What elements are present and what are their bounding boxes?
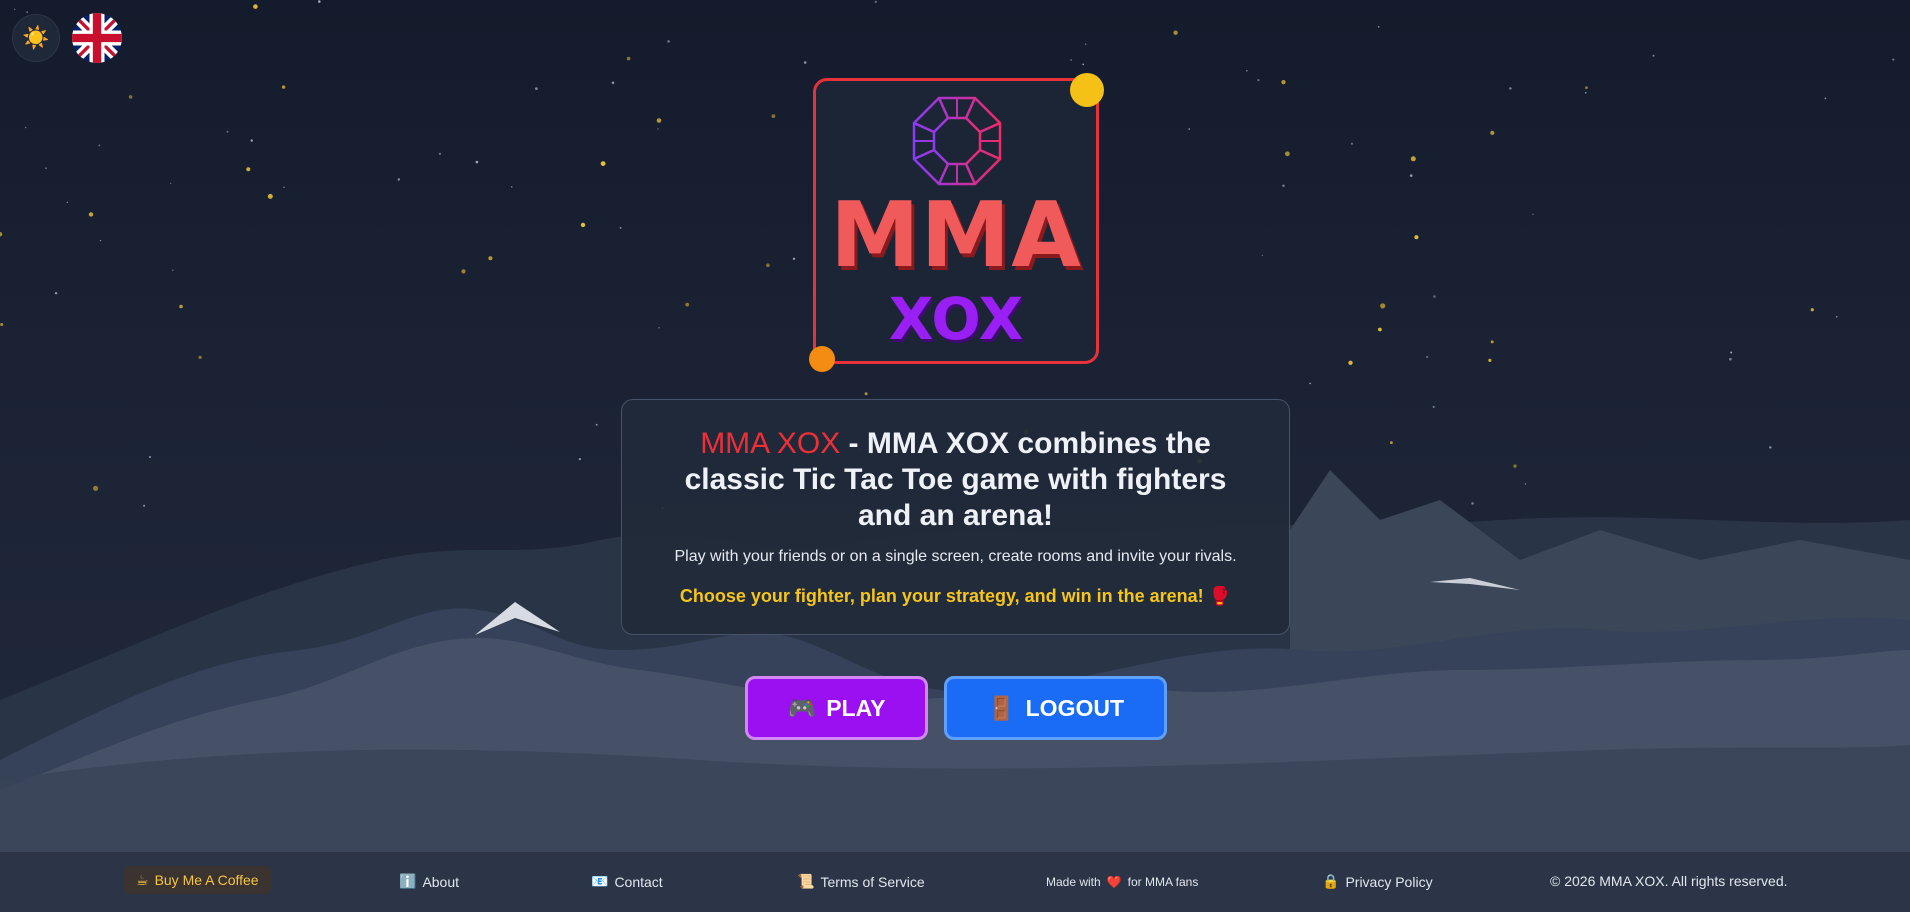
buy-me-a-coffee-link[interactable]: ☕ Buy Me A Coffee (124, 866, 271, 894)
footer: ☕ Buy Me A Coffee ℹ️ About 📧 Contact 📜 T… (0, 852, 1910, 912)
terms-of-service-link[interactable]: 📜 Terms of Service (797, 873, 925, 890)
info-icon: ℹ️ (399, 873, 417, 889)
logo-subtitle: XOX (888, 285, 1024, 353)
about-link[interactable]: ℹ️ About (399, 873, 459, 890)
info-brand: MMA XOX (700, 427, 841, 460)
door-icon: 🚪 (986, 694, 1016, 721)
play-button[interactable]: 🎮 PLAY (745, 676, 928, 740)
terms-label: Terms of Service (820, 873, 925, 890)
logout-button[interactable]: 🚪 LOGOUT (944, 676, 1167, 740)
top-controls: ☀️ (12, 13, 122, 63)
made-with-love-text: Made with ❤️ for MMA fans (1046, 875, 1198, 889)
info-description: Play with your friends or on a single sc… (674, 548, 1237, 565)
copyright-text: © 2026 MMA XOX. All rights reserved. (1550, 873, 1788, 889)
sun-icon: ☀️ (22, 25, 50, 50)
privacy-policy-link[interactable]: 🔒 Privacy Policy (1322, 873, 1433, 890)
envelope-icon: 📧 (591, 873, 609, 889)
logo-accent-dot-yellow (1070, 73, 1104, 107)
about-label: About (422, 873, 460, 890)
info-call-to-action: Choose your fighter, plan your strategy,… (679, 586, 1232, 606)
info-title: MMA XOX - MMA XOX combines the classic T… (656, 426, 1255, 534)
logout-button-label: LOGOUT (1025, 694, 1125, 721)
privacy-label: Privacy Policy (1345, 873, 1433, 890)
lock-icon: 🔒 (1322, 873, 1340, 889)
heart-icon: ❤️ (1106, 875, 1122, 889)
language-flag-uk-icon[interactable] (72, 13, 122, 63)
made-prefix: Made with (1046, 875, 1101, 889)
logo-title: MMA (830, 183, 1082, 288)
made-suffix: for MMA fans (1127, 875, 1199, 889)
scroll-icon: 📜 (797, 873, 815, 889)
info-card: MMA XOX - MMA XOX combines the classic T… (621, 399, 1290, 635)
contact-label: Contact (614, 873, 663, 890)
coffee-label: Buy Me A Coffee (154, 872, 259, 888)
coffee-icon: ☕ (136, 871, 149, 888)
gamepad-icon: 🎮 (787, 694, 817, 721)
theme-toggle-button[interactable]: ☀️ (12, 14, 60, 62)
play-button-label: PLAY (826, 694, 886, 721)
contact-link[interactable]: 📧 Contact (591, 873, 663, 890)
octagon-cage-icon (912, 96, 1002, 186)
